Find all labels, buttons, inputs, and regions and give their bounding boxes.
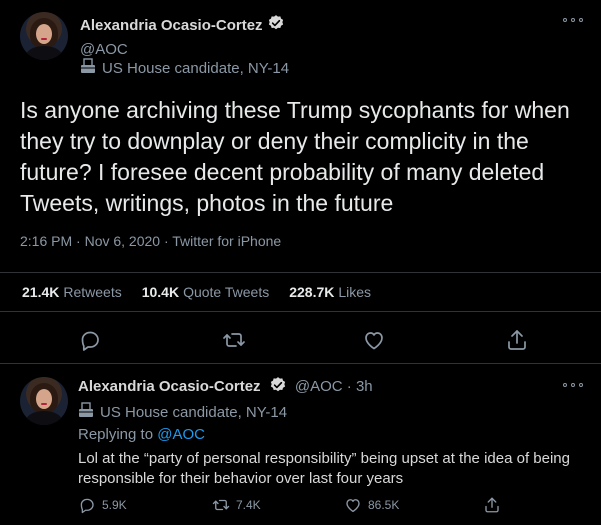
reply-author-avatar[interactable] <box>20 377 68 425</box>
quote-label: Quote Tweets <box>183 284 270 300</box>
candidate-label: US House candidate, NY-14 <box>102 59 290 77</box>
tweet-meta[interactable]: 2:16 PM · Nov 6, 2020 · Twitter for iPho… <box>20 233 281 249</box>
reply-handle-time[interactable]: @AOC · 3h <box>295 378 373 395</box>
retweet-icon[interactable] <box>222 328 246 352</box>
retweet-icon <box>212 499 230 511</box>
reply-actions: 5.9K 7.4K 86.5K <box>78 496 588 518</box>
reply-author-name[interactable]: Alexandria Ocasio-Cortez <box>78 378 261 395</box>
author-name[interactable]: Alexandria Ocasio-Cortez <box>80 17 263 34</box>
reply-retweet-button[interactable]: 7.4K <box>212 496 261 514</box>
reply-more-options-icon[interactable] <box>563 379 587 391</box>
reply-header: Alexandria Ocasio-Cortez @AOC · 3h <box>78 376 373 398</box>
likes-label: Likes <box>338 284 372 300</box>
reply-reply-button[interactable]: 5.9K <box>78 496 127 514</box>
share-icon <box>485 497 499 513</box>
heart-icon[interactable] <box>362 328 386 352</box>
main-tweet: Alexandria Ocasio-Cortez @AOC US House c… <box>0 0 601 364</box>
reply-like-button[interactable]: 86.5K <box>344 496 399 514</box>
quote-tweets-stat[interactable]: 10.4K Quote Tweets <box>142 284 270 300</box>
retweets-count: 21.4K <box>22 284 60 300</box>
reply-tweet[interactable]: Alexandria Ocasio-Cortez @AOC · 3h US Ho… <box>0 365 601 525</box>
reply-replies-count: 5.9K <box>102 498 127 512</box>
replying-to-line: Replying to @AOC <box>78 426 205 443</box>
reply-likes-count: 86.5K <box>368 498 400 512</box>
author-block: Alexandria Ocasio-Cortez @AOC <box>80 14 285 58</box>
tweet-stats: 21.4K Retweets 10.4K Quote Tweets 228.7K Li… <box>0 272 601 312</box>
retweets-stat[interactable]: 21.4K Retweets <box>22 284 122 300</box>
reply-candidate-row: US House candidate, NY-14 <box>78 402 287 422</box>
retweets-label: Retweets <box>63 284 122 300</box>
reply-icon <box>80 498 94 514</box>
replying-to-handle-link[interactable]: @AOC <box>157 426 205 443</box>
verified-badge-icon <box>267 14 285 37</box>
ballot-box-icon <box>80 58 96 78</box>
more-options-icon[interactable] <box>563 14 587 26</box>
author-avatar[interactable] <box>20 12 68 60</box>
author-handle[interactable]: @AOC <box>80 41 285 58</box>
reply-text: Lol at the “party of personal responsibi… <box>78 450 570 487</box>
reply-retweets-count: 7.4K <box>236 498 261 512</box>
likes-count: 228.7K <box>289 284 335 300</box>
reply-ballot-box-icon <box>78 402 94 422</box>
tweet-actions <box>0 320 601 360</box>
reply-icon[interactable] <box>78 328 102 352</box>
heart-icon <box>346 499 360 513</box>
quote-count: 10.4K <box>141 284 180 300</box>
candidate-label-row: US House candidate, NY-14 <box>80 58 289 78</box>
reply-share-button[interactable] <box>483 496 507 514</box>
replying-to-label: Replying to <box>78 426 154 443</box>
reply-candidate-label: US House candidate, NY-14 <box>100 403 288 421</box>
share-icon[interactable] <box>505 328 529 352</box>
likes-stat[interactable]: 228.7K Likes <box>289 284 371 300</box>
tweet-text: Is anyone archiving these Trump sycophan… <box>20 97 570 216</box>
reply-verified-badge-icon <box>269 376 287 398</box>
